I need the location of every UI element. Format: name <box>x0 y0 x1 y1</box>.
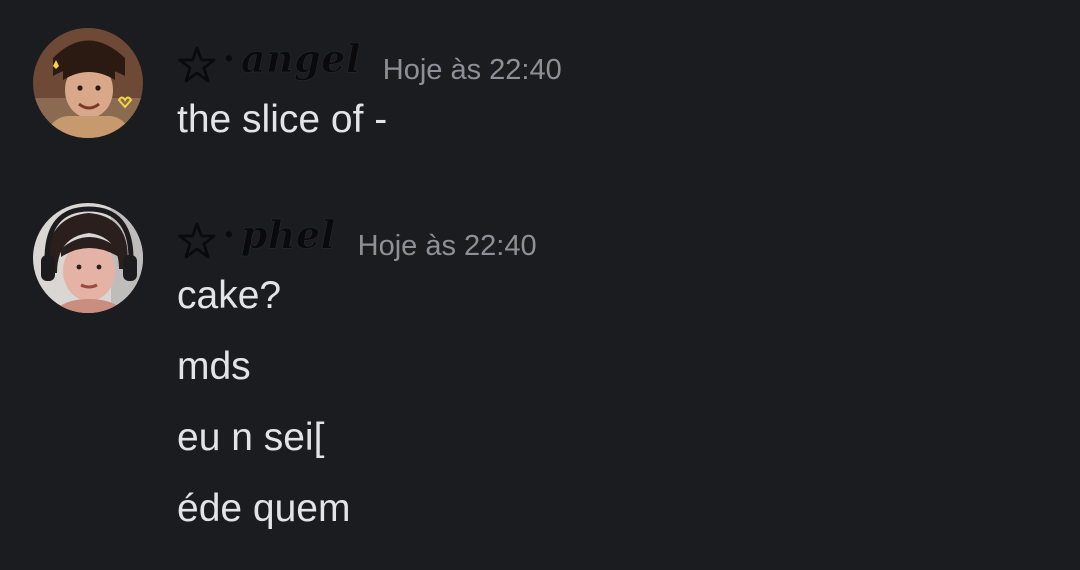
avatar-phel[interactable] <box>33 203 143 313</box>
pentagram-star-icon <box>177 221 217 261</box>
username-angel[interactable]: angel <box>241 36 361 82</box>
chat-message-list: · angel Hoje às 22:40 the slice of - · p… <box>0 0 1080 570</box>
message-header-phel: · phel Hoje às 22:40 <box>177 212 537 263</box>
message-text: éde quem <box>177 487 351 530</box>
username-phel[interactable]: phel <box>241 212 336 258</box>
avatar-image-angel <box>33 28 143 138</box>
message-text: cake? <box>177 274 282 317</box>
message-timestamp: Hoje às 22:40 <box>357 229 537 262</box>
message-header-angel: · angel Hoje às 22:40 <box>177 36 562 87</box>
username-block-phel[interactable]: · phel <box>177 212 336 258</box>
avatar-angel[interactable] <box>33 28 143 138</box>
username-block-angel[interactable]: · angel <box>177 36 361 82</box>
message-timestamp: Hoje às 22:40 <box>382 53 562 86</box>
pentagram-star-icon <box>177 45 217 85</box>
name-separator: · <box>223 214 235 255</box>
message-text: eu n sei[ <box>177 416 325 459</box>
message-text: mds <box>177 345 251 388</box>
avatar-image-phel <box>33 203 143 313</box>
name-separator: · <box>223 38 235 79</box>
message-text: the slice of - <box>177 98 388 141</box>
